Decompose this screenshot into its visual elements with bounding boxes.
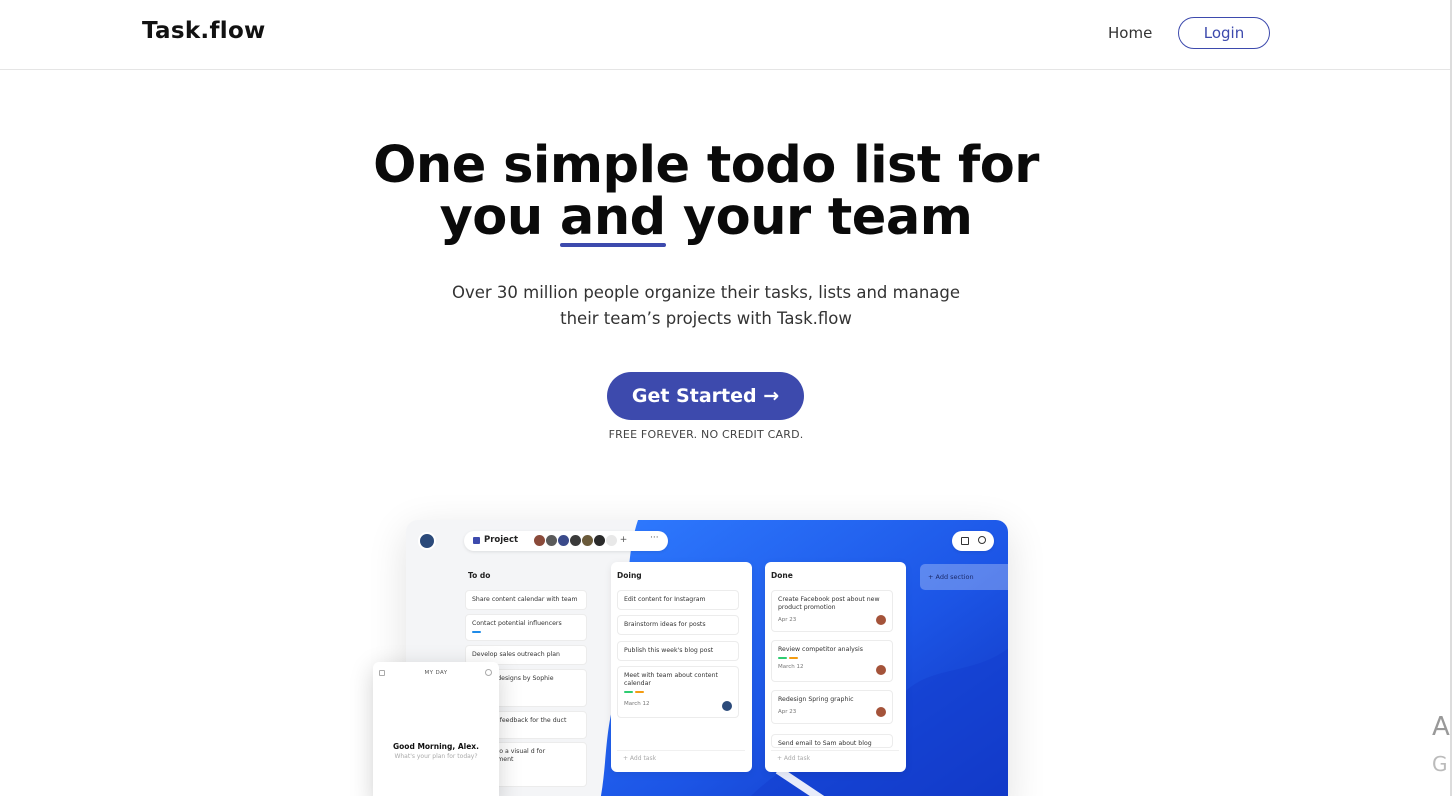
get-started-button[interactable]: Get Started → xyxy=(607,372,804,420)
task-date: March 12 xyxy=(624,701,650,707)
avatar xyxy=(546,535,557,546)
user-avatar[interactable] xyxy=(418,532,436,550)
task-date: Apr 23 xyxy=(778,617,797,623)
task-card[interactable]: Publish this week's blog post xyxy=(617,641,739,661)
column-title: Doing xyxy=(617,571,642,580)
offscreen-text-a: A xyxy=(1432,712,1450,742)
hero-title: One simple todo list for you and your te… xyxy=(326,140,1086,247)
avatar xyxy=(534,535,545,546)
task-card[interactable]: Send email to Sam about blog xyxy=(771,734,893,748)
hero-title-post: your team xyxy=(665,188,973,247)
assignee-avatar xyxy=(876,665,886,675)
offscreen-text-g: G xyxy=(1432,752,1448,776)
add-task-button[interactable]: + Add task xyxy=(771,750,899,766)
more-options-icon[interactable]: ··· xyxy=(650,533,659,543)
avatar xyxy=(582,535,593,546)
tag-bar xyxy=(635,691,644,693)
add-section-button[interactable]: + Add section xyxy=(920,564,1008,590)
top-tools xyxy=(952,531,994,551)
task-card[interactable]: Edit content for Instagram xyxy=(617,590,739,610)
project-toolbar[interactable]: Project + ··· xyxy=(464,531,668,551)
task-card[interactable]: Meet with team about content calendar Ma… xyxy=(617,666,739,718)
hero-subtitle-line1: Over 30 million people organize their ta… xyxy=(451,283,961,302)
column-done: Done Create Facebook post about new prod… xyxy=(765,562,906,772)
assignee-avatar xyxy=(722,701,732,711)
add-member-icon[interactable]: + xyxy=(618,535,629,546)
assignee-avatar xyxy=(876,707,886,717)
task-card[interactable]: Brainstorm ideas for posts xyxy=(617,615,739,635)
hero-title-line2: you and your team xyxy=(326,188,1086,247)
task-card[interactable]: Review competitor analysis March 12 xyxy=(771,640,893,682)
tag-bar xyxy=(778,657,787,659)
nav-home-link[interactable]: Home xyxy=(1108,24,1152,42)
hero-subtitle: Over 30 million people organize their ta… xyxy=(426,280,986,332)
hero-title-highlight: and xyxy=(559,188,666,247)
greeting: Good Morning, Alex. xyxy=(393,742,479,751)
tag-bar xyxy=(472,631,481,633)
cta-note: FREE FOREVER. NO CREDIT CARD. xyxy=(608,428,804,441)
task-card[interactable]: Share content calendar with team xyxy=(465,590,587,610)
project-icon xyxy=(473,537,480,544)
tag-bar xyxy=(624,691,633,693)
avatar xyxy=(558,535,569,546)
task-date: Apr 23 xyxy=(778,709,797,715)
task-title: Review competitor analysis xyxy=(778,646,863,653)
greeting-question: What's your plan for today? xyxy=(394,753,478,760)
column-title: To do xyxy=(468,571,491,580)
hero-title-line1: One simple todo list for xyxy=(373,136,1039,195)
login-button[interactable]: Login xyxy=(1178,17,1270,49)
task-date: March 12 xyxy=(778,664,804,670)
column-title: Done xyxy=(771,571,793,580)
task-title: Contact potential influencers xyxy=(472,620,562,627)
task-title: Create Facebook post about new product p… xyxy=(778,596,880,611)
tag-bar xyxy=(789,657,798,659)
my-day-panel: MY DAY Good Morning, Alex. What's your p… xyxy=(373,662,499,796)
navbar: Task.flow Home Login xyxy=(0,0,1452,70)
landing-page: Task.flow Home Login One simple todo lis… xyxy=(0,0,1452,796)
my-day-title: MY DAY xyxy=(424,670,448,676)
project-label: Project xyxy=(484,535,519,545)
hero-title-pre: you xyxy=(439,188,560,247)
hero-subtitle-line2: their team’s projects with Task.flow xyxy=(560,309,852,328)
avatar xyxy=(594,535,605,546)
task-card[interactable]: Redesign Spring graphic Apr 23 xyxy=(771,690,893,724)
member-avatars: + xyxy=(534,535,629,547)
settings-icon[interactable] xyxy=(485,669,492,676)
task-title: Redesign Spring graphic xyxy=(778,696,854,703)
task-title: Meet with team about content calendar xyxy=(624,672,718,687)
avatar xyxy=(570,535,581,546)
add-task-button[interactable]: + Add task xyxy=(617,750,745,766)
logo[interactable]: Task.flow xyxy=(142,18,266,44)
search-icon[interactable] xyxy=(978,536,986,544)
avatar xyxy=(606,535,617,546)
layout-icon[interactable] xyxy=(961,537,969,545)
assignee-avatar xyxy=(876,615,886,625)
column-doing: Doing Edit content for Instagram Brainst… xyxy=(611,562,752,772)
task-card[interactable]: Contact potential influencers xyxy=(465,614,587,641)
task-card[interactable]: Create Facebook post about new product p… xyxy=(771,590,893,632)
